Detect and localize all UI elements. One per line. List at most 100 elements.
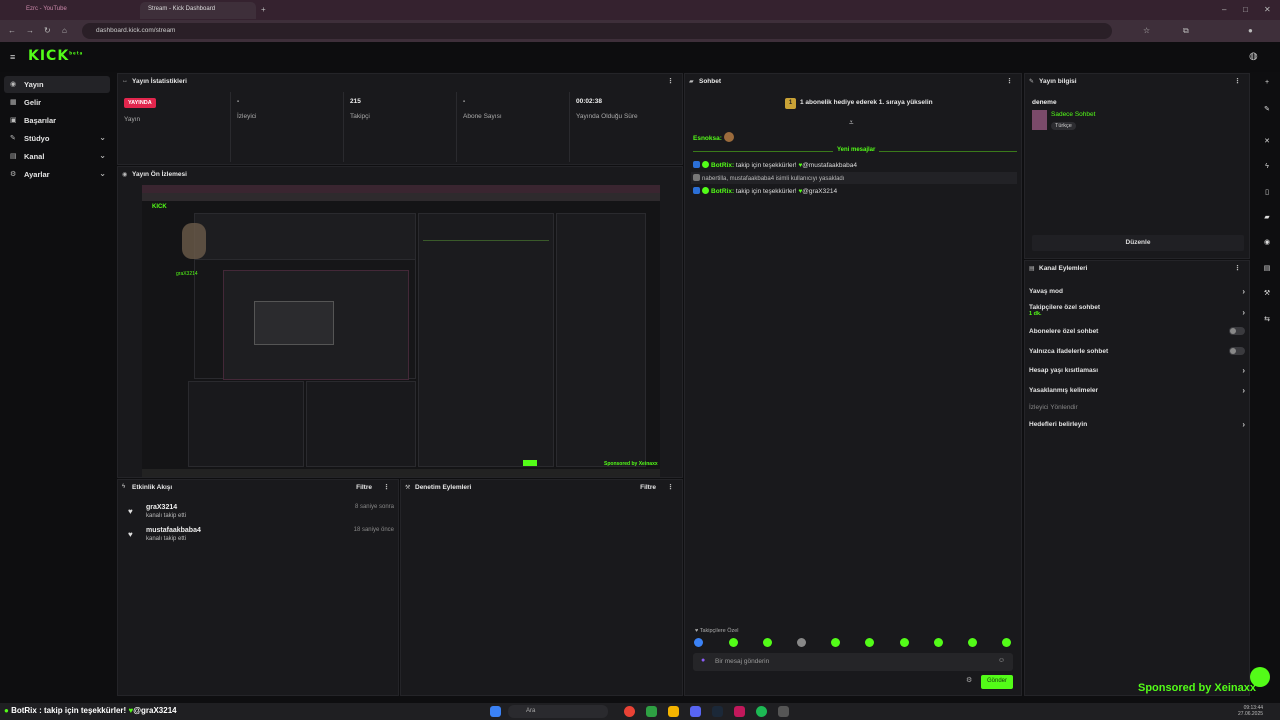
- chat-settings-gear-icon[interactable]: ⚙: [966, 676, 972, 684]
- emote-icon[interactable]: [968, 638, 977, 647]
- filter-button[interactable]: Filtre: [640, 484, 656, 491]
- emote-icon[interactable]: [900, 638, 909, 647]
- share-icon[interactable]: ⇆: [1260, 312, 1274, 326]
- wrench-icon[interactable]: ⚒: [1260, 286, 1274, 300]
- steam-icon[interactable]: [712, 706, 723, 717]
- broadcast-icon[interactable]: ◉: [1260, 235, 1274, 249]
- bolt-icon[interactable]: ϟ: [1260, 160, 1274, 174]
- clipboard-icon[interactable]: ▯: [1260, 185, 1274, 199]
- layout-icon[interactable]: ▤: [1260, 261, 1274, 275]
- panel-header: ▤ Kanal Eylemleri ⋮: [1025, 261, 1249, 277]
- setting-followers-only[interactable]: Takipçilere özel sohbet 1 dk. ›: [1029, 304, 1245, 317]
- emote-icon[interactable]: [1002, 638, 1011, 647]
- chrome-icon[interactable]: [624, 706, 635, 717]
- close-window-icon[interactable]: ✕: [1264, 5, 1271, 14]
- app-icon[interactable]: [734, 706, 745, 717]
- preview-address-bar: [142, 193, 660, 201]
- extension-icon[interactable]: ⧉: [1183, 26, 1189, 36]
- emotes-only-toggle[interactable]: [1229, 347, 1245, 355]
- emote-icon[interactable]: [831, 638, 840, 647]
- taskbar-search[interactable]: Ara: [508, 705, 608, 718]
- sidebar-item-studyo[interactable]: ✎ Stüdyo ⌄: [4, 130, 110, 147]
- subscribers-only-toggle[interactable]: [1229, 327, 1245, 335]
- clock[interactable]: 09:13:44 27.06.2025: [1238, 705, 1263, 717]
- more-options-icon[interactable]: ⋮: [1234, 264, 1241, 272]
- chat-user[interactable]: BotRix:: [711, 162, 734, 169]
- add-icon[interactable]: +: [1260, 76, 1274, 90]
- windows-start-icon[interactable]: [490, 706, 501, 717]
- send-button[interactable]: Gönder: [981, 675, 1013, 689]
- chat-user[interactable]: BotRix:: [711, 188, 734, 195]
- hamburger-menu-icon[interactable]: ≡: [10, 52, 15, 62]
- url-field[interactable]: dashboard.kick.com/stream: [82, 23, 1112, 39]
- folder-icon[interactable]: [668, 706, 679, 717]
- ban-shield-icon: [693, 174, 700, 181]
- feed-user[interactable]: graX3214: [146, 504, 177, 511]
- chevron-right-icon: ›: [1242, 287, 1245, 296]
- chat-message[interactable]: BotRix: takip için teşekkürler! ♥@graX32…: [693, 187, 837, 195]
- setting-emotes-only: Yalnızca ifadelerle sohbet: [1029, 347, 1245, 355]
- more-options-icon[interactable]: ⋮: [383, 483, 390, 491]
- filter-button[interactable]: Filtre: [356, 484, 372, 491]
- chat-input[interactable]: ● Bir mesaj gönderin ☺: [693, 653, 1013, 671]
- setting-raid[interactable]: İzleyici Yönlendir: [1029, 404, 1245, 411]
- xbox-icon[interactable]: [646, 706, 657, 717]
- emote-icon[interactable]: [797, 638, 806, 647]
- activity-icon: ϟ: [122, 484, 126, 490]
- emote-icon[interactable]: [729, 638, 738, 647]
- emoji-icon[interactable]: ☺: [998, 657, 1005, 664]
- more-options-icon[interactable]: ⋮: [667, 77, 674, 85]
- setting-sub: 1 dk.: [1029, 311, 1042, 317]
- new-tab-icon[interactable]: +: [261, 5, 266, 14]
- category-link[interactable]: Sadece Sohbet: [1051, 111, 1095, 118]
- kick-logo[interactable]: KICKbeta: [28, 48, 83, 64]
- chat-message[interactable]: BotRix: takip için teşekkürler! ♥@mustaf…: [693, 161, 857, 169]
- spotify-icon[interactable]: [756, 706, 767, 717]
- chat-mention: @mustafaakbaba4: [802, 162, 857, 169]
- edit-button[interactable]: Düzenle: [1032, 235, 1244, 251]
- edit-icon[interactable]: ✎: [1260, 102, 1274, 116]
- profile-icon[interactable]: ●: [1248, 26, 1253, 35]
- setting-banned-words[interactable]: Yasaklanmış kelimeler ›: [1029, 386, 1245, 395]
- collapse-icon[interactable]: ⩡: [849, 118, 854, 128]
- sidebar-item-basarilar[interactable]: ▣ Başarılar: [4, 112, 110, 129]
- user-avatar-icon[interactable]: ◍: [1249, 51, 1258, 62]
- gift-banner[interactable]: 1 1 abonelik hediye ederek 1. sıraya yüks…: [785, 98, 933, 109]
- emote-icon[interactable]: [934, 638, 943, 647]
- minimize-icon[interactable]: –: [1222, 5, 1226, 14]
- arrows-icon: ↔: [122, 78, 128, 84]
- emote-row: Esnoksa:: [693, 132, 734, 142]
- forward-icon[interactable]: →: [26, 26, 34, 35]
- emote-icon[interactable]: [694, 638, 703, 647]
- sidebar-item-ayarlar[interactable]: ⚙ Ayarlar ⌄: [4, 166, 110, 183]
- home-icon[interactable]: ⌂: [62, 26, 67, 35]
- chat-icon[interactable]: ▰: [1260, 210, 1274, 224]
- more-options-icon[interactable]: ⋮: [667, 483, 674, 491]
- obs-icon[interactable]: [778, 706, 789, 717]
- stream-preview-video[interactable]: KICK graX3214 Sponsored by Xeinaxx: [142, 185, 660, 477]
- back-icon[interactable]: ←: [8, 26, 16, 35]
- browser-tab-youtube[interactable]: Ezrc - YouTube: [18, 2, 138, 19]
- sidebar-item-kanal[interactable]: ▤ Kanal ⌄: [4, 148, 110, 165]
- emote-icon[interactable]: [763, 638, 772, 647]
- setting-goals[interactable]: Hedefleri belirleyin ›: [1029, 420, 1245, 429]
- stat-value: 00:02:38: [576, 98, 603, 105]
- more-options-icon[interactable]: ⋮: [1006, 77, 1013, 85]
- setting-account-age[interactable]: Hesap yaşı kısıtlaması ›: [1029, 366, 1245, 375]
- crossed-icon[interactable]: ✕: [1260, 134, 1274, 148]
- reload-icon[interactable]: ↻: [44, 26, 51, 35]
- setting-slow-mode[interactable]: Yavaş mod ›: [1029, 287, 1245, 296]
- bookmark-star-icon[interactable]: ☆: [1143, 26, 1150, 35]
- chevron-right-icon: ›: [1242, 420, 1245, 429]
- stream-stats-panel: ↔ Yayın İstatistikleri ⋮ YAYINDA Yayın - İzl…: [117, 73, 683, 165]
- more-options-icon[interactable]: ⋮: [1234, 77, 1241, 85]
- sidebar-item-label: Kanal: [24, 152, 45, 161]
- browser-tab-kick[interactable]: Stream - Kick Dashboard: [140, 2, 256, 19]
- feed-user[interactable]: mustafaakbaba4: [146, 527, 201, 534]
- sidebar-item-gelir[interactable]: ▦ Gelir: [4, 94, 110, 111]
- emote-icon[interactable]: [865, 638, 874, 647]
- maximize-icon[interactable]: □: [1243, 5, 1248, 14]
- discord-icon[interactable]: [690, 706, 701, 717]
- mic-icon[interactable]: ●: [701, 657, 705, 664]
- sidebar-item-yayin[interactable]: ◉ Yayın: [4, 76, 110, 93]
